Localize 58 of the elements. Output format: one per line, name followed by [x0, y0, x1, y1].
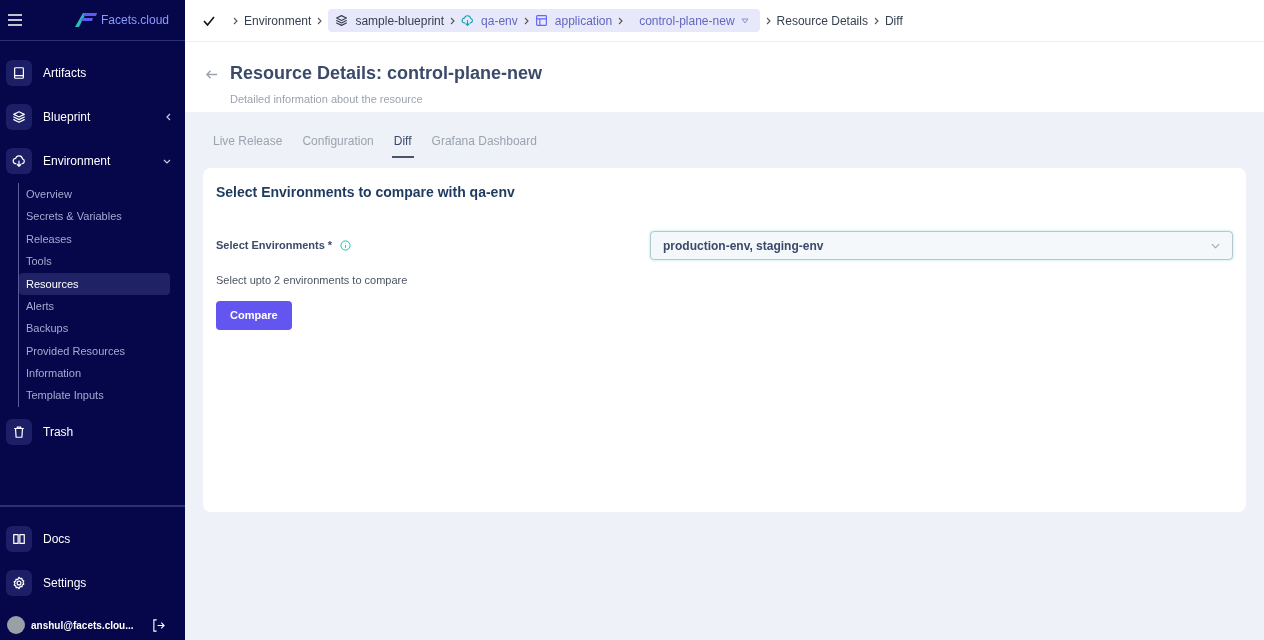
- chevron-right-icon: [233, 16, 238, 25]
- nav-item[interactable]: Settings: [0, 566, 185, 600]
- nav-subitem[interactable]: Resources: [19, 272, 170, 295]
- chevron-right-icon: [618, 16, 624, 25]
- chevron-down-icon: [1211, 242, 1220, 249]
- nav-subitem[interactable]: Alerts: [19, 294, 170, 318]
- chevron-right-icon: [765, 16, 771, 25]
- nav-subitem[interactable]: Tools: [19, 250, 170, 273]
- nav-item[interactable]: Environment: [0, 144, 185, 178]
- nav-item[interactable]: Trash: [0, 414, 185, 449]
- back-arrow-icon[interactable]: [205, 68, 218, 81]
- breadcrumb-link[interactable]: Resource Details: [776, 11, 868, 30]
- page-subtitle: Detailed information about the resource: [230, 92, 424, 107]
- nav-subitem[interactable]: Provided Resources: [19, 339, 170, 363]
- nav-subitem[interactable]: Overview: [19, 183, 170, 206]
- nav-subitem[interactable]: Backups: [19, 317, 170, 340]
- layers-icon: [335, 14, 349, 27]
- nav-item[interactable]: Docs: [0, 522, 185, 556]
- check-icon: [203, 15, 215, 26]
- logo-icon: [74, 13, 97, 27]
- nav-subitem[interactable]: Releases: [19, 227, 170, 251]
- breadcrumb-link[interactable]: Diff: [884, 11, 903, 30]
- trash-icon: [12, 424, 26, 439]
- logo-text: Facets.cloud: [100, 12, 169, 29]
- chevron-right-icon: [317, 16, 323, 25]
- layers-icon: [12, 110, 26, 124]
- card-title: Select Environments to compare with qa-env: [216, 183, 516, 202]
- dropdown-icon[interactable]: [740, 17, 749, 24]
- user-email: anshul@facets.clou...: [31, 618, 135, 633]
- book-icon: [12, 66, 26, 80]
- breadcrumb-link[interactable]: control-plane-new: [639, 11, 735, 30]
- nav-subitem[interactable]: Secrets & Variables: [19, 205, 170, 228]
- avatar: [7, 616, 25, 634]
- page-title: Resource Details: control-plane-new: [230, 62, 543, 85]
- book-open-icon: [12, 532, 26, 546]
- gear-icon: [12, 576, 26, 590]
- chevron-right-icon: [450, 16, 456, 25]
- breadcrumb-link[interactable]: application: [554, 11, 613, 30]
- cloud-download-icon: [461, 14, 475, 27]
- tab[interactable]: Diff: [391, 132, 414, 158]
- menu-icon[interactable]: [8, 14, 22, 26]
- table-icon: [534, 14, 548, 27]
- chevron-right-icon: [873, 16, 879, 25]
- info-icon[interactable]: [340, 240, 352, 251]
- environment-select[interactable]: production-env, staging-env: [650, 231, 1233, 260]
- chevron-right-icon: [523, 16, 529, 25]
- compare-button[interactable]: Compare: [216, 300, 292, 330]
- hint-text: Select upto 2 environments to compare: [216, 273, 409, 288]
- nav-subitem[interactable]: Information: [19, 362, 170, 385]
- nav-item[interactable]: Artifacts: [0, 56, 185, 90]
- field-label: Select Environments *: [216, 238, 333, 254]
- cloud-download-icon: [12, 154, 26, 168]
- breadcrumb-link[interactable]: Environment: [244, 11, 312, 30]
- nav-subitem[interactable]: Template Inputs: [19, 384, 170, 407]
- breadcrumb-link[interactable]: sample-blueprint: [355, 11, 445, 30]
- breadcrumb-link[interactable]: qa-env: [481, 11, 518, 30]
- nav-item[interactable]: Blueprint: [0, 100, 185, 134]
- logout-icon[interactable]: [152, 618, 165, 632]
